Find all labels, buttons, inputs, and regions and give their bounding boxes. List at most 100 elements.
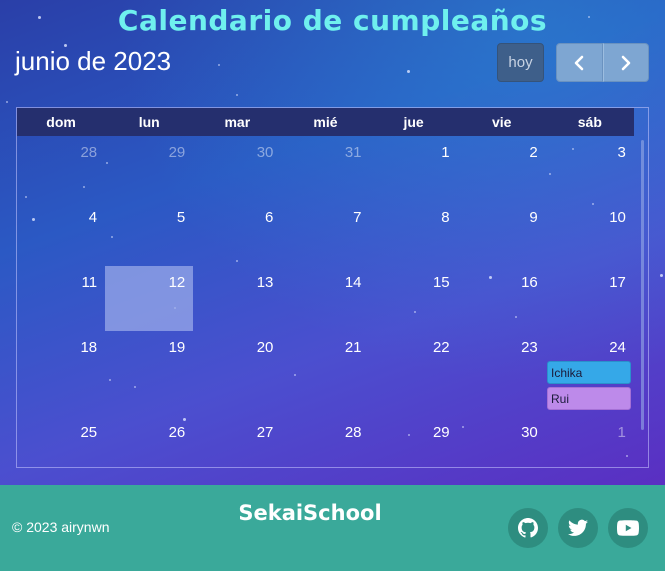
day-cell[interactable]: 28 (281, 416, 369, 460)
day-cell[interactable]: 22 (370, 331, 458, 416)
day-cell[interactable]: 25 (17, 416, 105, 460)
day-cell[interactable]: 19 (105, 331, 193, 416)
day-cell[interactable]: 31 (281, 136, 369, 201)
birthday-event[interactable]: Ichika (547, 361, 631, 384)
day-number: 15 (432, 274, 450, 291)
week-row: 25 26 27 28 29 30 1 (17, 416, 634, 460)
week-row: 28 29 30 31 1 2 3 (17, 136, 634, 201)
day-number: 19 (168, 339, 186, 356)
day-cell[interactable]: 18 (17, 331, 105, 416)
day-cell[interactable]: 16 (458, 266, 546, 331)
day-cell[interactable]: 15 (370, 266, 458, 331)
day-cell[interactable]: 1 (546, 416, 634, 460)
day-cell[interactable]: 10 (546, 201, 634, 266)
today-button[interactable]: hoy (497, 43, 544, 82)
next-month-button[interactable] (602, 43, 649, 82)
day-cell[interactable]: 14 (281, 266, 369, 331)
day-cell[interactable]: 11 (17, 266, 105, 331)
week-row: 11 12 13 14 15 16 17 (17, 266, 634, 331)
day-number: 28 (80, 144, 98, 161)
day-number: 7 (353, 209, 362, 226)
day-number: 23 (521, 339, 538, 356)
day-cell[interactable]: 5 (105, 201, 193, 266)
weekday-label: sáb (577, 114, 602, 130)
twitter-link[interactable] (558, 508, 598, 548)
day-number: 16 (521, 274, 538, 291)
day-number: 27 (256, 424, 274, 441)
calendar-scrollbar[interactable] (641, 140, 644, 430)
day-cell[interactable]: 7 (281, 201, 369, 266)
day-number: 28 (344, 424, 362, 441)
day-number: 18 (80, 339, 98, 356)
day-cell[interactable]: 2 (458, 136, 546, 201)
day-cell[interactable]: 30 (193, 136, 281, 201)
day-number: 30 (521, 424, 538, 441)
day-number: 10 (609, 209, 626, 226)
footer: © 2023 airynwn SekaiSchool (0, 485, 665, 571)
weekday-label: jue (403, 114, 424, 130)
weekday-label: dom (46, 114, 76, 130)
chevron-left-icon (574, 55, 584, 70)
day-cell[interactable]: 6 (193, 201, 281, 266)
day-number: 29 (168, 144, 186, 161)
day-cell[interactable]: 30 (458, 416, 546, 460)
weekday-label: vie (491, 114, 512, 130)
day-number: 3 (617, 144, 626, 161)
weekday-label: mié (313, 114, 338, 130)
day-cell[interactable]: 1 (370, 136, 458, 201)
day-number: 6 (265, 209, 274, 226)
day-number: 31 (344, 144, 362, 161)
day-number: 12 (168, 274, 186, 291)
day-cell[interactable]: 23 (458, 331, 546, 416)
day-cell[interactable]: 17 (546, 266, 634, 331)
day-number: 20 (256, 339, 274, 356)
day-cell[interactable]: 21 (281, 331, 369, 416)
site-title: Calendario de cumpleaños (117, 4, 548, 37)
calendar: dom lun mar mié jue vie sáb 28 29 30 31 1 2 3 4… (16, 107, 649, 468)
weekday-label: mar (224, 114, 251, 130)
youtube-icon (617, 520, 639, 536)
weekday-label: lun (138, 114, 160, 130)
day-cell[interactable]: 13 (193, 266, 281, 331)
day-grid: 28 29 30 31 1 2 3 4 5 6 7 8 9 10 11 12 13 14 15 16 17 18 19 20 2… (17, 136, 634, 460)
day-cell[interactable]: 26 (105, 416, 193, 460)
day-number: 26 (168, 424, 186, 441)
day-cell[interactable]: 4 (17, 201, 105, 266)
day-number: 29 (432, 424, 450, 441)
day-cell[interactable]: 29 (370, 416, 458, 460)
weekday-header: dom lun mar mié jue vie sáb (17, 108, 634, 136)
day-number: 14 (344, 274, 362, 291)
day-number: 22 (432, 339, 450, 356)
day-number: 8 (441, 209, 450, 226)
day-number: 24 (609, 339, 626, 356)
day-number: 17 (609, 274, 626, 291)
twitter-icon (568, 519, 588, 536)
month-nav (556, 43, 649, 82)
day-cell-today[interactable]: 12 (105, 266, 194, 331)
birthday-event[interactable]: Rui (547, 387, 631, 410)
day-cell[interactable]: 27 (193, 416, 281, 460)
day-number: 13 (256, 274, 274, 291)
day-cell[interactable]: 29 (105, 136, 193, 201)
day-number: 1 (441, 144, 450, 161)
prev-month-button[interactable] (556, 43, 603, 82)
day-number: 11 (81, 274, 98, 291)
day-number: 21 (344, 339, 362, 356)
day-cell[interactable]: 8 (370, 201, 458, 266)
day-number: 4 (88, 209, 98, 226)
day-number: 5 (176, 209, 186, 226)
day-cell[interactable]: 20 (193, 331, 281, 416)
day-cell[interactable]: 9 (458, 201, 546, 266)
day-number: 25 (80, 424, 98, 441)
youtube-link[interactable] (608, 508, 648, 548)
day-number: 1 (617, 424, 626, 441)
month-title: junio de 2023 (15, 46, 172, 76)
day-cell[interactable]: 3 (546, 136, 634, 201)
github-icon (518, 518, 538, 538)
day-cell[interactable]: 28 (17, 136, 105, 201)
github-link[interactable] (508, 508, 548, 548)
day-number: 2 (529, 144, 538, 161)
week-row: 18 19 20 21 22 23 24 Ichika Rui (17, 331, 634, 416)
week-row: 4 5 6 7 8 9 10 (17, 201, 634, 266)
day-number: 30 (256, 144, 274, 161)
